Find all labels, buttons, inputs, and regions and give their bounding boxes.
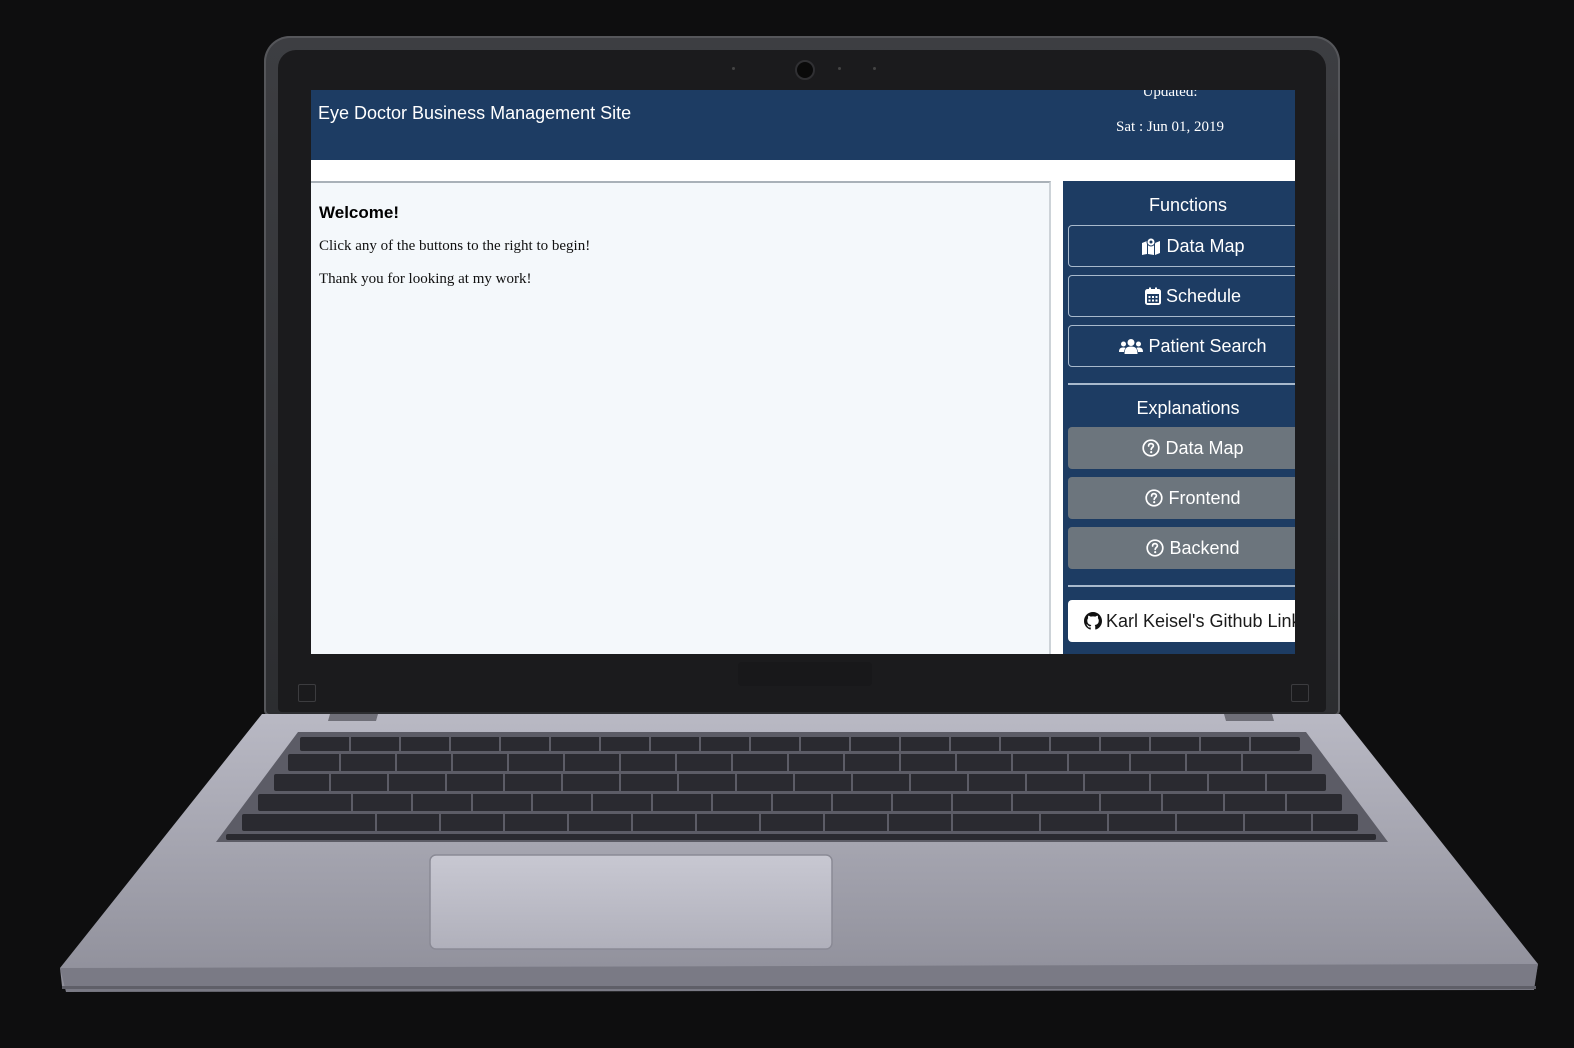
touchpad — [429, 854, 833, 950]
laptop-base — [60, 714, 1538, 992]
base-shadow — [62, 986, 1536, 989]
